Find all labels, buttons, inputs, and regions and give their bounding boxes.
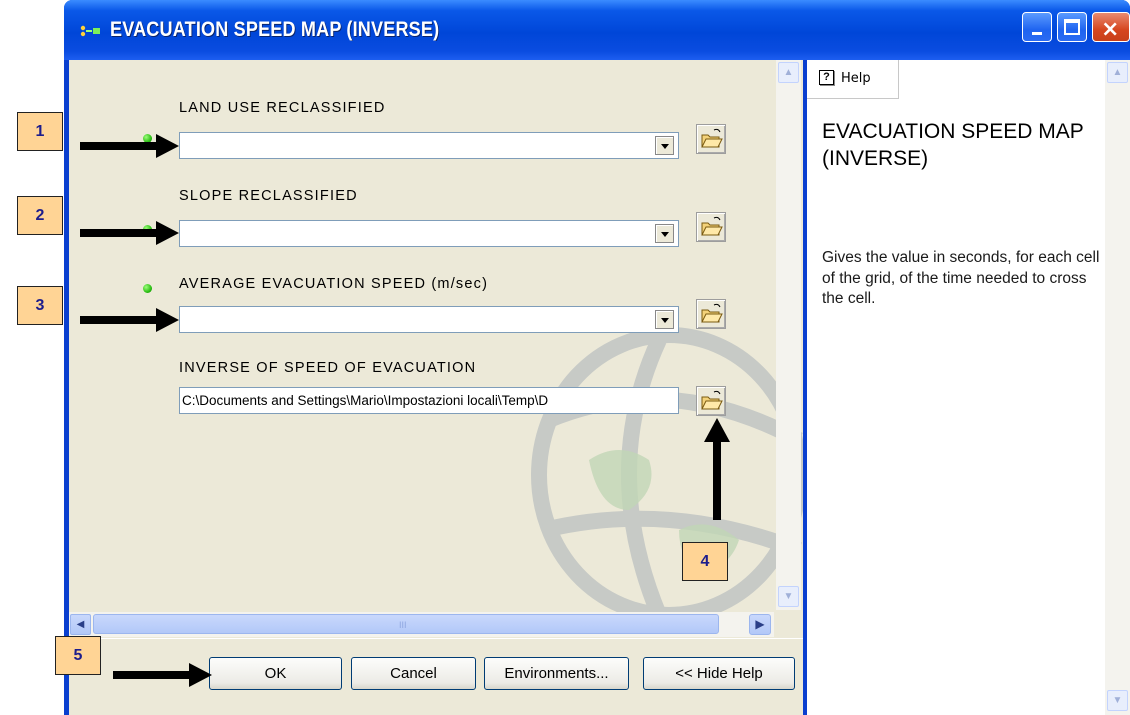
dropdown-button[interactable] [655,310,674,329]
scroll-left-button[interactable]: ◀ [70,614,91,635]
parameters-horizontal-scrollbar[interactable]: ◀ III ▶ [69,612,774,637]
maximize-button[interactable] [1057,12,1087,42]
land-use-combobox[interactable] [179,132,679,159]
annotation-arrow-right-icon [80,308,179,332]
minimize-icon [1032,32,1042,35]
annotation-badge-3: 3 [17,286,63,325]
close-button[interactable]: × [1092,12,1130,42]
environments-button[interactable]: Environments... [484,657,629,690]
dropdown-button[interactable] [655,136,674,155]
open-folder-icon [701,303,723,323]
horizontal-scroll-thumb[interactable]: III [93,614,719,634]
scroll-grip: III [399,620,407,630]
field-label-average-speed: AVERAGE EVACUATION SPEED (m/sec) [179,276,489,292]
cancel-button[interactable]: Cancel [351,657,476,690]
open-folder-icon [701,390,723,410]
browse-button-land-use[interactable] [696,124,726,154]
annotation-arrow-right-icon [80,221,179,245]
help-icon: ? [819,70,834,85]
annotation-badge-1: 1 [17,112,63,151]
ok-button[interactable]: OK [209,657,342,690]
help-description: Gives the value in seconds, for each cel… [822,249,1100,307]
field-label-land-use: LAND USE RECLASSIFIED [179,100,386,116]
close-icon: × [1101,17,1120,42]
help-pane: ? Help EVACUATION SPEED MAP (INVERSE) Gi… [807,60,1130,715]
globe-watermark [531,327,803,620]
scroll-up-button[interactable]: ▲ [1107,62,1128,83]
parameters-vertical-scrollbar[interactable]: ▲ ▼ [776,60,801,610]
browse-button-output[interactable] [696,386,726,416]
maximize-icon [1064,19,1080,35]
average-speed-combobox[interactable] [179,306,679,333]
window-title: EVACUATION SPEED MAP (INVERSE) [110,18,440,41]
minimize-button[interactable] [1022,12,1052,42]
annotation-badge-5: 5 [55,636,101,675]
annotation-badge-2: 2 [17,196,63,235]
open-folder-icon [701,216,723,236]
tool-icon [80,25,100,37]
help-tab[interactable]: ? Help [807,60,899,99]
help-title: EVACUATION SPEED MAP (INVERSE) [822,120,1084,170]
title-bar[interactable]: EVACUATION SPEED MAP (INVERSE) × [64,0,1130,60]
scroll-down-button[interactable]: ▼ [1107,690,1128,711]
browse-button-slope[interactable] [696,212,726,242]
annotation-arrow-up-icon [704,418,730,520]
annotation-badge-4: 4 [682,542,728,581]
output-path-input[interactable]: C:\Documents and Settings\Mario\Impostaz… [179,387,679,414]
scroll-right-button[interactable]: ▶ [749,614,771,635]
help-vertical-scrollbar[interactable]: ▲ ▼ [1105,60,1130,715]
open-folder-icon [701,128,723,148]
field-label-inverse-speed: INVERSE OF SPEED OF EVACUATION [179,360,477,376]
chevron-down-icon [661,232,669,237]
annotation-arrow-right-icon [113,663,212,687]
hide-help-button[interactable]: << Hide Help [643,657,795,690]
help-tab-label: Help [841,71,871,86]
slope-combobox[interactable] [179,220,679,247]
dropdown-button[interactable] [655,224,674,243]
chevron-down-icon [661,144,669,149]
field-label-slope: SLOPE RECLASSIFIED [179,188,358,204]
scroll-up-button[interactable]: ▲ [778,62,799,83]
annotation-arrow-right-icon [80,134,179,158]
chevron-down-icon [661,318,669,323]
required-indicator-icon [143,284,152,293]
scroll-down-button[interactable]: ▼ [778,586,799,607]
browse-button-average-speed[interactable] [696,299,726,329]
